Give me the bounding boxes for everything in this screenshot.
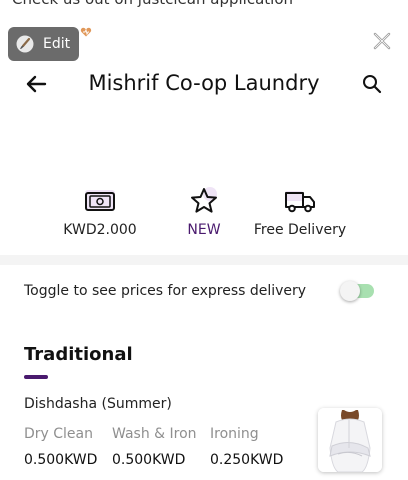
- delivery-info: Free Delivery: [232, 185, 368, 238]
- paintbrush-icon: [16, 35, 34, 53]
- page-title: Mishrif Co-op Laundry: [88, 71, 320, 95]
- item-name: Dishdasha (Summer): [24, 396, 172, 412]
- dishdasha-illustration: [318, 408, 382, 472]
- price-ironing: 0.250KWD: [210, 452, 284, 468]
- category-underline: [24, 375, 48, 379]
- heart-icon: [80, 27, 92, 37]
- delivery-truck-icon: [285, 191, 315, 213]
- search-icon[interactable]: [362, 74, 382, 94]
- cash-icon: [85, 190, 115, 211]
- express-toggle-label: Toggle to see prices for express deliver…: [24, 283, 307, 299]
- star-icon: [191, 187, 217, 213]
- edit-button[interactable]: Edit: [8, 27, 79, 61]
- service-label-dry-clean: Dry Clean: [24, 426, 94, 442]
- service-label-wash-iron: Wash & Iron: [112, 426, 197, 442]
- price-dry-clean: 0.500KWD: [24, 452, 98, 468]
- section-divider: [0, 255, 408, 265]
- dishdasha-image[interactable]: [318, 408, 382, 472]
- category-title: Traditional: [24, 344, 133, 365]
- price-wash-iron: 0.500KWD: [112, 452, 186, 468]
- delivery-label: Free Delivery: [253, 222, 347, 238]
- promo-banner-text: Check us out on justclean application: [12, 0, 293, 8]
- express-toggle-thumb[interactable]: [340, 281, 360, 301]
- edit-label: Edit: [43, 36, 71, 52]
- service-label-ironing: Ironing: [210, 426, 259, 442]
- close-icon[interactable]: [372, 31, 392, 51]
